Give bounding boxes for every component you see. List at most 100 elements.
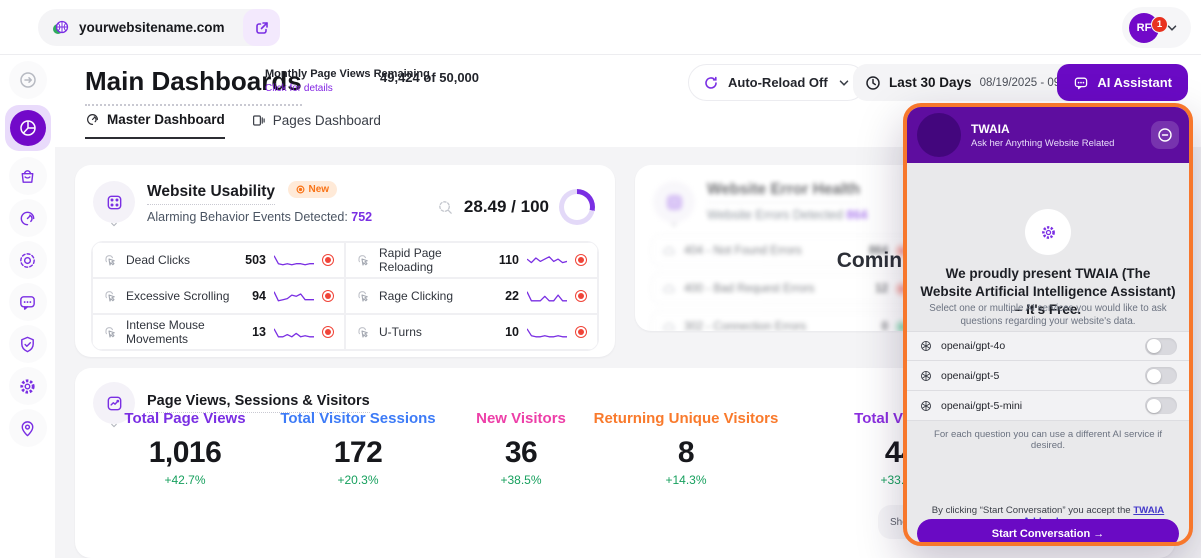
sidebar-item-store[interactable]	[9, 157, 47, 195]
service-toggle[interactable]	[1145, 397, 1177, 414]
domain-selector[interactable]: yourwebsitename.com	[38, 9, 278, 46]
chevron-down-icon	[670, 220, 679, 229]
errors-subtitle: Website Errors Detected 864	[707, 208, 867, 222]
record-dot-icon[interactable]	[322, 254, 334, 266]
service-row-gpt-5-mini[interactable]: openai/gpt-5-mini	[907, 391, 1189, 421]
click-icon	[103, 253, 118, 268]
location-pin-icon	[18, 419, 37, 438]
metric-row-rapid-page-reloading[interactable]: Rapid Page Reloading 110	[345, 242, 598, 278]
range-label: Last 30 Days	[889, 75, 972, 90]
stat-returning-unique-visitors: Returning Unique Visitors 8 +14.3%	[571, 410, 801, 487]
external-link-icon	[254, 20, 270, 36]
usability-score: 28.49 / 100	[464, 197, 549, 217]
auto-reload-dropdown[interactable]: Auto-Reload Off	[688, 64, 866, 101]
metric-row-u-turns[interactable]: U-Turns 10	[345, 314, 598, 350]
minimize-button[interactable]	[1151, 121, 1179, 149]
auto-reload-label: Auto-Reload Off	[728, 75, 828, 90]
sparkline	[274, 289, 314, 303]
openai-logo-icon	[919, 399, 933, 413]
record-dot-icon[interactable]	[322, 290, 334, 302]
open-website-button[interactable]	[243, 9, 280, 46]
sparkline	[527, 289, 567, 303]
sparkline	[274, 325, 314, 339]
usability-section-toggle[interactable]	[93, 181, 135, 223]
tab-pages-dashboard[interactable]: Pages Dashboard	[251, 112, 381, 139]
chat-ai-icon	[1073, 75, 1089, 91]
start-conversation-button[interactable]: Start Conversation →	[917, 519, 1179, 546]
service-row-gpt-5[interactable]: openai/gpt-5	[907, 361, 1189, 391]
clock-icon	[865, 75, 881, 91]
pages-icon	[251, 113, 266, 128]
sidebar-collapse-button[interactable]	[9, 61, 47, 99]
user-menu[interactable]: RF 1	[1122, 7, 1191, 48]
errors-section-toggle[interactable]	[653, 181, 695, 223]
refresh-icon	[703, 75, 719, 91]
screen-record-icon	[18, 251, 37, 270]
record-dot-icon[interactable]	[575, 326, 587, 338]
website-usability-card: Website Usability New Alarming Behavior …	[75, 165, 615, 357]
top-bar: yourwebsitename.com RF 1	[0, 0, 1201, 55]
gauge-icon	[85, 112, 100, 127]
gauge-icon	[18, 209, 37, 228]
sidebar-item-settings[interactable]	[9, 367, 47, 405]
sidebar	[0, 55, 55, 558]
click-icon	[356, 253, 371, 268]
twaia-header: TWAIA Ask her Anything Website Related	[907, 107, 1189, 163]
minus-circle-icon	[1157, 127, 1173, 143]
twaia-select-note: Select one or multiple AI services you w…	[917, 303, 1179, 328]
click-icon	[103, 289, 118, 304]
click-icon	[356, 289, 371, 304]
dice-icon	[105, 193, 124, 212]
ai-service-list: openai/gpt-4o openai/gpt-5 openai/gpt-5-…	[907, 331, 1189, 421]
arrow-right-circle-icon	[18, 70, 38, 90]
new-badge: New	[288, 181, 338, 198]
shopping-bag-icon	[18, 167, 37, 186]
pie-chart-icon	[10, 110, 46, 146]
errors-title: Website Error Health	[707, 181, 860, 203]
dashboard-tabs: Master Dashboard Pages Dashboard	[85, 112, 381, 139]
usability-metrics: Dead Clicks 503 Rapid Page Reloading 110…	[91, 241, 599, 351]
monthly-value: 49,424 of 50,000	[380, 70, 479, 85]
usability-subtitle: Alarming Behavior Events Detected: 752	[147, 210, 372, 224]
error-row-302[interactable]: 302 - Connection Errors 0	[651, 311, 919, 331]
metric-row-rage-clicking[interactable]: Rage Clicking 22	[345, 278, 598, 314]
usability-title: Website Usability	[147, 183, 275, 205]
record-dot-icon[interactable]	[575, 254, 587, 266]
service-toggle[interactable]	[1145, 367, 1177, 384]
metric-row-intense-mouse-movements[interactable]: Intense Mouse Movements 13	[92, 314, 345, 350]
metric-row-dead-clicks[interactable]: Dead Clicks 503	[92, 242, 345, 278]
record-dot-icon[interactable]	[322, 326, 334, 338]
notification-badge: 1	[1151, 16, 1168, 33]
monthly-pageviews-widget: Monthly Page Views Remaining 49,424 of 5…	[265, 64, 465, 94]
tab-master-dashboard[interactable]: Master Dashboard	[85, 112, 225, 139]
sidebar-item-location[interactable]	[9, 409, 47, 447]
sidebar-item-dashboards[interactable]	[5, 105, 51, 151]
service-row-gpt-4o[interactable]: openai/gpt-4o	[907, 331, 1189, 361]
usability-score-donut	[559, 189, 595, 225]
gear-badge	[1025, 209, 1071, 255]
twaia-panel: TWAIA Ask her Anything Website Related W…	[903, 103, 1193, 546]
sidebar-item-security[interactable]	[9, 325, 47, 363]
service-toggle[interactable]	[1145, 338, 1177, 355]
chevron-down-icon	[110, 220, 119, 229]
cloud-icon	[662, 282, 676, 296]
openai-logo-icon	[919, 339, 933, 353]
avatar: RF 1	[1129, 13, 1159, 43]
browser-window-icon	[665, 193, 684, 212]
twaia-avatar	[917, 113, 961, 157]
chevron-down-icon	[837, 76, 851, 90]
error-row-400[interactable]: 400 - Bad Request Errors 12	[651, 273, 919, 304]
sidebar-item-feedback[interactable]	[9, 283, 47, 321]
score-magnifier-icon	[437, 199, 454, 216]
openai-logo-icon	[919, 369, 933, 383]
record-dot-icon[interactable]	[575, 290, 587, 302]
sidebar-item-recordings[interactable]	[9, 241, 47, 279]
click-icon	[356, 325, 371, 340]
metric-row-excessive-scrolling[interactable]: Excessive Scrolling 94	[92, 278, 345, 314]
sidebar-item-speed[interactable]	[9, 199, 47, 237]
sparkline	[527, 253, 567, 267]
ai-assistant-button[interactable]: AI Assistant	[1057, 64, 1188, 101]
sparkline	[274, 253, 314, 267]
domain-name: yourwebsitename.com	[79, 20, 225, 35]
cloud-icon	[662, 320, 676, 332]
